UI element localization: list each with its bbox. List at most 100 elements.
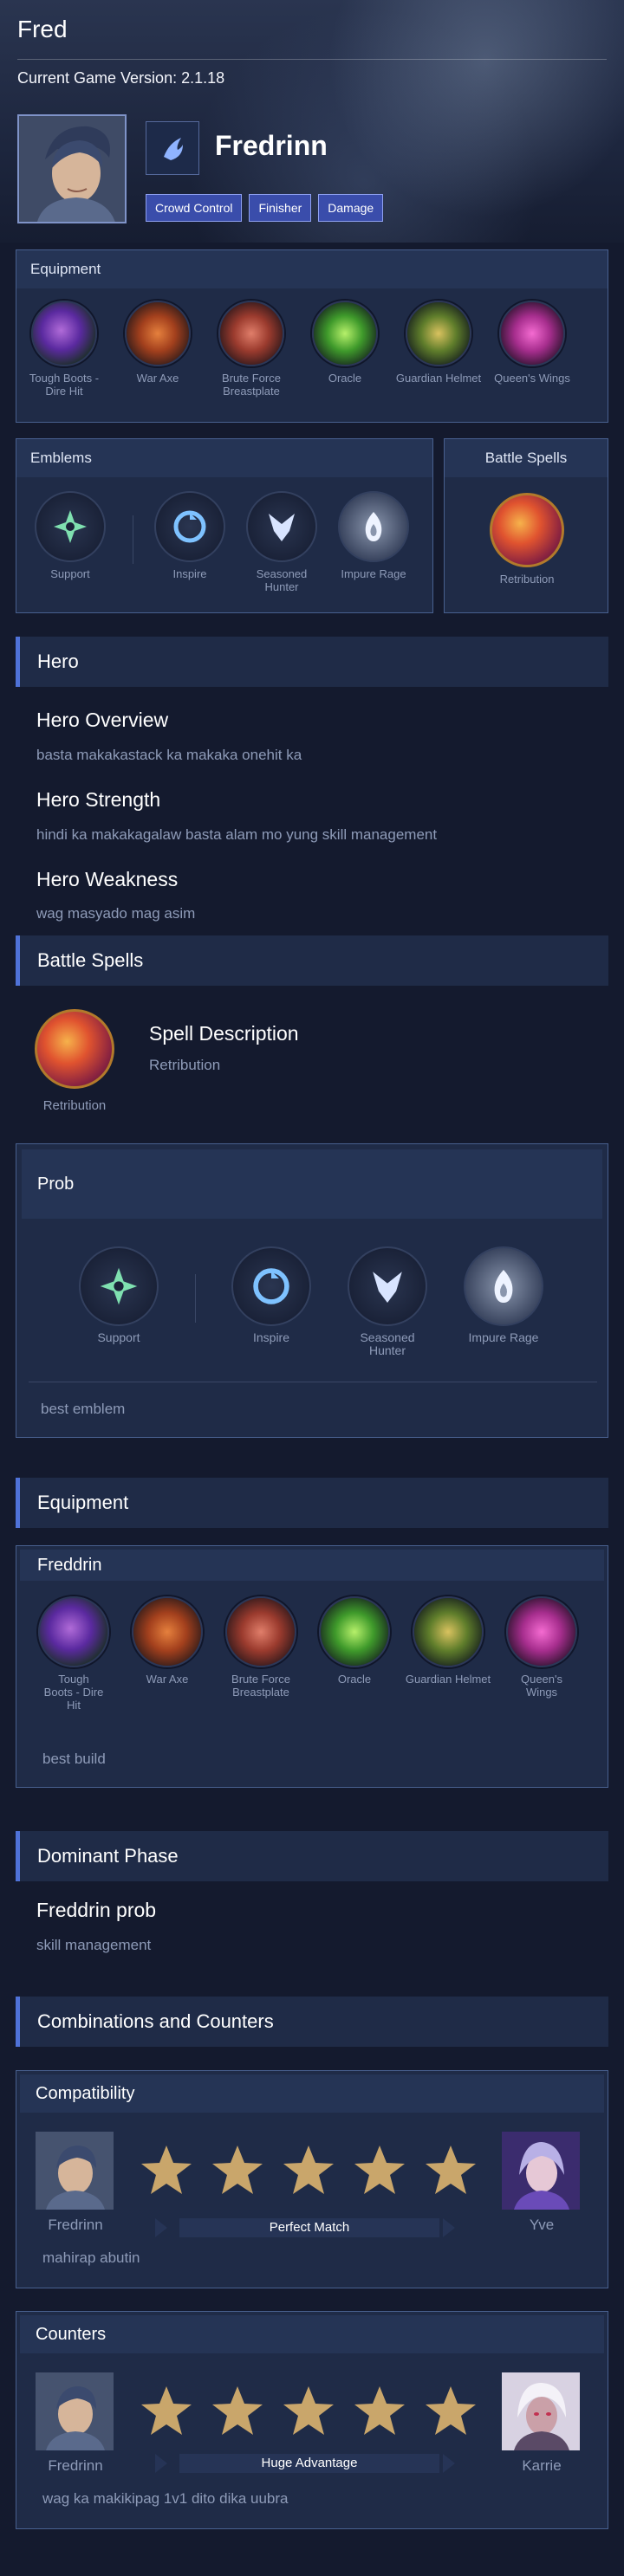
retribution-spell-icon: [35, 1009, 114, 1089]
guardian-helmet-icon: [406, 301, 471, 366]
talent-inspire[interactable]: Inspire: [146, 491, 233, 580]
hero-portrait: [17, 114, 127, 223]
tag-finisher: Finisher: [249, 194, 312, 222]
oracle-icon: [312, 301, 378, 366]
build-item-brute-force[interactable]: Brute Force Breastplate: [218, 1596, 304, 1699]
compat-left-hero-name: Fredrinn: [48, 2217, 103, 2233]
prob-emblem-support[interactable]: Support: [75, 1246, 162, 1344]
star-icon: [212, 2146, 263, 2194]
emblems-panel: Emblems Support Inspire Seasoned Hunter …: [16, 438, 433, 613]
compat-note: mahirap abutin: [42, 2249, 140, 2266]
war-axe-icon: [132, 1596, 203, 1667]
role-icon: [146, 121, 199, 175]
equipment-panel: Equipment Tough Boots - Dire Hit War Axe…: [16, 249, 608, 423]
page-title: Fred: [17, 16, 68, 42]
build-item-queens-wings[interactable]: Queen's Wings: [498, 1596, 585, 1699]
compat-right-hero-name: Yve: [529, 2217, 555, 2233]
counter-right-hero-avatar[interactable]: [502, 2372, 580, 2450]
counter-left-hero-avatar[interactable]: [36, 2372, 114, 2450]
counters-title: Counters: [20, 2315, 604, 2353]
chevron-right-icon: [155, 2454, 167, 2473]
compat-right-hero-avatar[interactable]: [502, 2132, 580, 2210]
star-icon: [141, 2146, 192, 2194]
item-guardian-helmet[interactable]: Guardian Helmet: [395, 301, 482, 385]
section-spell-retribution[interactable]: Retribution: [31, 1009, 118, 1112]
item-brute-force[interactable]: Brute Force Breastplate: [208, 301, 295, 398]
hero-strength-text: hindi ka makakagalaw basta alam mo yung …: [36, 826, 438, 843]
emblems-panel-title: Emblems: [16, 439, 432, 477]
emblem-support[interactable]: Support: [27, 491, 114, 580]
hero-weakness-title: Hero Weakness: [36, 868, 179, 890]
star-icon: [426, 2386, 476, 2435]
impure-rage-talent-icon: [338, 491, 409, 562]
counter-result: Huge Advantage: [179, 2454, 439, 2473]
spell-description-text: Retribution: [149, 1057, 221, 1073]
counter-left-hero-name: Fredrinn: [48, 2457, 103, 2474]
compatibility-title: Compatibility: [20, 2074, 604, 2113]
build-item-oracle[interactable]: Oracle: [311, 1596, 398, 1686]
prob-emblem-panel: Prob Support Inspire Seasoned Hunter Imp…: [16, 1143, 608, 1438]
counters-panel: Counters Fredrinn Huge Advantage Karrie …: [16, 2311, 608, 2529]
star-icon: [354, 2146, 405, 2194]
battle-spells-section-header: Battle Spells: [16, 935, 608, 986]
build-panel: Freddrin Tough Boots - Dire Hit War Axe …: [16, 1545, 608, 1788]
hero-detail-page: Fred Current Game Version: 2.1.18 Fredri…: [0, 0, 624, 2576]
seasoned-hunter-talent-icon: [246, 491, 317, 562]
hero-overview-text: basta makakastack ka makaka onehit ka: [36, 747, 302, 763]
talent-seasoned-hunter[interactable]: Seasoned Hunter: [238, 491, 325, 593]
item-queens-wings[interactable]: Queen's Wings: [489, 301, 575, 385]
build-title: Freddrin: [20, 1550, 604, 1581]
prob-talent-inspire[interactable]: Inspire: [228, 1246, 315, 1344]
battle-spells-panel-title: Battle Spells: [445, 439, 608, 477]
hero-section-header: Hero: [16, 637, 608, 687]
dominant-phase-header: Dominant Phase: [16, 1831, 608, 1881]
equipment-section-header: Equipment: [16, 1478, 608, 1528]
star-icon: [141, 2386, 192, 2435]
war-axe-icon: [125, 301, 191, 366]
tag-crowd-control: Crowd Control: [146, 194, 243, 222]
item-oracle[interactable]: Oracle: [302, 301, 388, 385]
item-war-axe[interactable]: War Axe: [114, 301, 201, 385]
item-tough-boots[interactable]: Tough Boots - Dire Hit: [21, 301, 107, 398]
tag-damage: Damage: [318, 194, 384, 222]
compat-result: Perfect Match: [179, 2218, 439, 2237]
game-version: Current Game Version: 2.1.18: [17, 69, 225, 87]
hero-strength-title: Hero Strength: [36, 788, 161, 811]
counter-note: wag ka makikipag 1v1 dito dika uubra: [42, 2490, 289, 2507]
prob-talent-seasoned-hunter[interactable]: Seasoned Hunter: [344, 1246, 431, 1357]
star-icon: [283, 2386, 334, 2435]
brute-force-breastplate-icon: [218, 301, 284, 366]
prob-panel-title: Prob: [22, 1149, 602, 1219]
compat-left-hero-avatar[interactable]: [36, 2132, 114, 2210]
build-note: best build: [42, 1751, 106, 1767]
queens-wings-icon: [499, 301, 565, 366]
oracle-icon: [319, 1596, 390, 1667]
prob-note: best emblem: [41, 1401, 126, 1417]
hero-overview-title: Hero Overview: [36, 709, 169, 731]
hero-weakness-text: wag masyado mag asim: [36, 905, 196, 922]
support-emblem-icon: [35, 491, 106, 562]
equipment-panel-title: Equipment: [16, 250, 608, 288]
seasoned-hunter-talent-icon: [348, 1246, 427, 1326]
combos-section-header: Combinations and Counters: [16, 1997, 608, 2047]
compatibility-panel: Compatibility Fredrinn Perfect Match Yve…: [16, 2070, 608, 2288]
build-item-tough-boots[interactable]: Tough Boots - Dire Hit: [30, 1596, 117, 1712]
star-icon: [283, 2146, 334, 2194]
prob-divider: [195, 1274, 196, 1323]
spell-description-title: Spell Description: [149, 1022, 299, 1045]
title-divider: [17, 59, 607, 60]
build-item-war-axe[interactable]: War Axe: [124, 1596, 211, 1686]
queens-wings-icon: [506, 1596, 577, 1667]
support-emblem-icon: [79, 1246, 159, 1326]
inspire-talent-icon: [154, 491, 225, 562]
dominant-phase-text: skill management: [36, 1937, 152, 1953]
dominant-phase-subtitle: Freddrin prob: [36, 1899, 157, 1921]
star-icon: [212, 2386, 263, 2435]
build-item-guardian-helmet[interactable]: Guardian Helmet: [405, 1596, 491, 1686]
prob-talent-impure-rage[interactable]: Impure Rage: [460, 1246, 547, 1344]
chevron-right-icon: [443, 2454, 455, 2473]
talent-impure-rage[interactable]: Impure Rage: [330, 491, 417, 580]
spell-retribution[interactable]: Retribution: [484, 493, 570, 586]
hero-header-banner: Fred Current Game Version: 2.1.18 Fredri…: [0, 0, 624, 243]
retribution-spell-icon: [490, 493, 564, 567]
